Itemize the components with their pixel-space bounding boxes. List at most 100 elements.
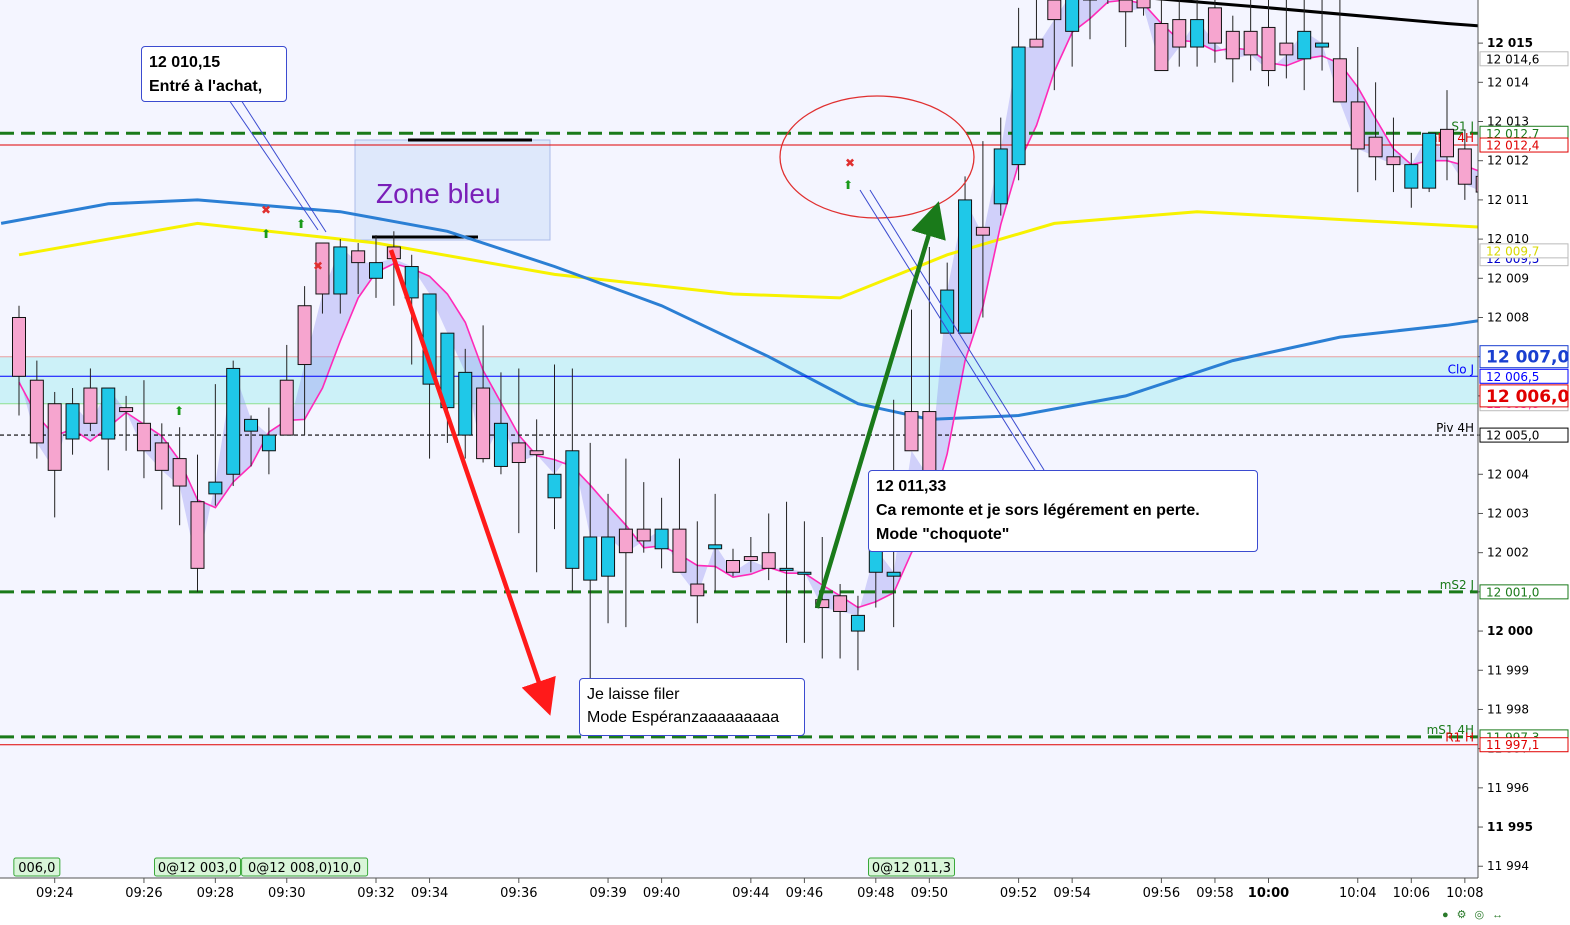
candle-body <box>297 305 312 366</box>
candle-body <box>850 614 865 632</box>
price-chart: S1 JmR1 4HClo JPiv 4HmS2 JmS1 4HR1 H✖✖✖⬆… <box>0 0 1570 920</box>
candle-body <box>1136 0 1151 9</box>
candle-body <box>476 387 491 460</box>
buy-signal-marker: ⬆ <box>261 227 271 241</box>
x-tick-label: 09:28 <box>197 886 234 901</box>
x-tick-label: 09:40 <box>643 886 680 901</box>
candle-body <box>618 528 633 554</box>
candle-body <box>1350 101 1365 150</box>
candle-body <box>458 371 473 436</box>
y-tick-label: 11 995 <box>1487 820 1533 834</box>
candle-body <box>886 571 901 577</box>
level-price-text: 11 997,1 <box>1486 738 1539 752</box>
y-tick-label: 12 000 <box>1487 624 1533 638</box>
level-price-text: 12 012,4 <box>1486 139 1539 153</box>
candle-body <box>726 560 740 573</box>
x-tick-label: 09:26 <box>125 886 162 901</box>
candle-body <box>868 548 883 573</box>
callout-hold-text: Je laisse filer <box>587 686 680 703</box>
candle-body <box>244 418 259 432</box>
status-dot-icon: ● <box>1442 909 1457 921</box>
level-label: Clo J <box>1448 362 1474 376</box>
y-tick-label: 11 994 <box>1487 859 1529 873</box>
y-tick-label: 11 999 <box>1487 663 1529 677</box>
level-price-text: 12 005,0 <box>1486 429 1539 443</box>
x-tick-label: 10:08 <box>1446 886 1483 901</box>
level-label: mS2 J <box>1440 578 1474 592</box>
callout-exit-text: Ca remonte et je sors légérement en pert… <box>876 502 1200 519</box>
x-tick-label: 09:36 <box>500 886 537 901</box>
candle-body <box>1154 23 1169 72</box>
sell-signal-marker: ✖ <box>313 259 323 273</box>
candle-body <box>1386 156 1401 166</box>
candle-body <box>975 226 990 236</box>
x-tick-label: 10:06 <box>1393 886 1430 901</box>
candle-body <box>208 481 223 495</box>
candle-body <box>761 552 776 569</box>
callout-exit-mode: Mode "choquote" <box>876 526 1010 543</box>
x-tick-label: 09:24 <box>36 886 73 901</box>
sell-signal-marker: ✖ <box>845 156 855 170</box>
candle-body <box>333 246 348 295</box>
callout-hold: Je laisse filer Mode Espéranzaaaaaaaaa <box>579 678 805 736</box>
candle-body <box>958 199 973 334</box>
y-tick-label: 12 004 <box>1487 467 1529 481</box>
x-tick-label: 09:56 <box>1143 886 1180 901</box>
x-tick-label: 09:39 <box>589 886 626 901</box>
candle-body <box>261 434 276 452</box>
candle-body <box>1404 164 1419 189</box>
candle-body <box>47 403 62 471</box>
x-tick-label: 09:44 <box>732 886 769 901</box>
y-tick-label: 12 014 <box>1487 75 1529 89</box>
y-tick-label: 11 998 <box>1487 702 1529 716</box>
candle-body <box>779 567 794 571</box>
y-tick-label: 12 012 <box>1487 154 1529 168</box>
candle-body <box>1457 148 1472 185</box>
candle-body <box>690 583 705 597</box>
y-tick-label: 11 996 <box>1487 781 1529 795</box>
candle-body <box>1297 30 1312 60</box>
candle-body <box>493 422 508 467</box>
candle-body <box>583 536 598 581</box>
y-tick-label: 12 003 <box>1487 506 1529 520</box>
candle-body <box>833 595 848 612</box>
candle-body <box>172 458 187 487</box>
callout-exit-price: 12 011,33 <box>876 478 947 495</box>
candle-body <box>993 148 1008 205</box>
callout-entry-text: Entré à l'achat, <box>149 78 263 95</box>
callout-entry-price: 12 010,15 <box>149 54 221 71</box>
x-tick-label: 10:00 <box>1248 886 1289 901</box>
y-tick-label: 12 002 <box>1487 546 1529 560</box>
candle-body <box>797 571 812 575</box>
price-label-text: 12 006,0 <box>1486 387 1570 407</box>
trade-tag-text: 006,0 <box>18 861 55 876</box>
callout-entry: 12 010,15 Entré à l'achat, <box>141 46 287 102</box>
buy-signal-marker: ⬆ <box>843 178 853 192</box>
candle-body <box>1279 42 1294 56</box>
candle-body <box>279 379 294 436</box>
candle-body <box>1440 128 1454 158</box>
price-label-text: 12 007,0 <box>1486 348 1570 368</box>
settings-icon: ⚙ <box>1456 909 1475 921</box>
trade-tag-text: 0@12 011,3 <box>872 861 951 876</box>
candle-body <box>226 367 241 475</box>
buy-signal-marker: ⬆ <box>296 217 306 231</box>
candle-body <box>1172 19 1187 48</box>
price-label-text: 12 014,6 <box>1486 52 1539 66</box>
candle-body <box>743 556 758 562</box>
plot-background <box>0 0 1478 878</box>
level-price-text: 12 006,5 <box>1486 370 1539 384</box>
trade-tag-text: 0@12 003,0 <box>158 861 237 876</box>
candle-body <box>1011 46 1026 166</box>
candle-body <box>1368 136 1383 158</box>
candle-body <box>1315 42 1330 48</box>
connection-icon: ◎ <box>1474 909 1493 921</box>
y-tick-label: 12 011 <box>1487 193 1529 207</box>
x-tick-label: 09:46 <box>786 886 823 901</box>
x-tick-label: 09:34 <box>411 886 448 901</box>
candle-body <box>369 262 383 279</box>
candle-body <box>1225 30 1240 60</box>
candle-body <box>101 387 116 440</box>
candle-body <box>672 528 687 573</box>
candle-body <box>529 450 544 456</box>
